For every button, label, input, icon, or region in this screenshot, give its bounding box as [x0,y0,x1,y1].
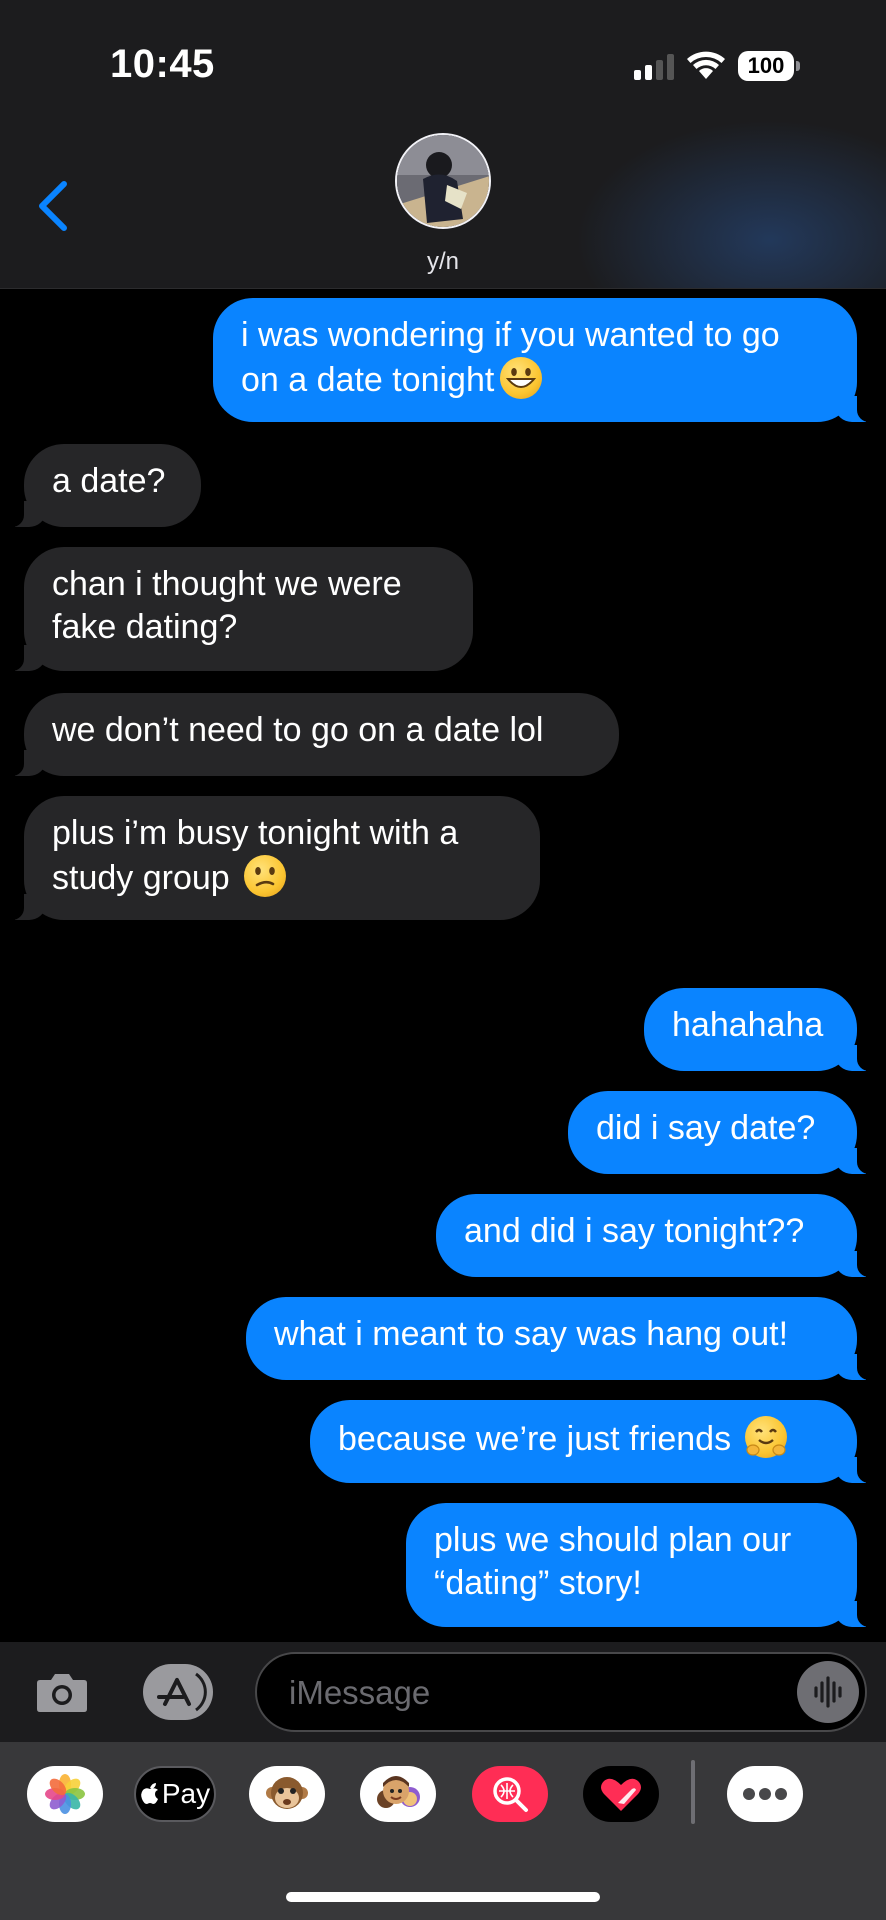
message-bubble-sent[interactable]: what i meant to say was hang out! [246,1297,877,1380]
memoji-icon [377,1776,420,1808]
message-text: plus we should plan our [434,1521,792,1559]
app-drawer: Pay [0,1742,886,1920]
message-input-field[interactable] [255,1652,867,1732]
status-time: 10:45 [110,42,215,86]
message-text: we don’t need to go on a date lol [52,711,544,749]
avatar-photo [397,135,489,227]
message-bubble-sent[interactable]: plus we should plan our “dating” story! [406,1503,877,1627]
message-text: fake dating? [52,608,238,646]
app-store-icon [146,1667,207,1717]
waveform-icon [814,1676,842,1708]
apple-logo-icon [141,1783,158,1804]
digital-touch-icon [601,1778,641,1811]
message-bubble-sent[interactable]: hahahaha [644,988,877,1071]
camera-icon [37,1674,87,1712]
apple-pay-label: Pay [161,1778,211,1809]
more-icon [743,1788,787,1800]
message-text: i was wondering if you wanted to go [241,316,780,354]
cellular-signal-icon [634,52,674,80]
message-text: “dating” story! [434,1564,642,1602]
message-bubble-received[interactable]: we don’t need to go on a date lol [4,693,619,776]
more-apps-button[interactable] [727,1766,803,1822]
chevron-left-icon [39,181,67,231]
drawer-divider [691,1760,695,1824]
status-indicators: 100 [634,48,800,84]
wifi-icon [687,51,725,79]
message-text: and did i say tonight?? [464,1212,805,1250]
app-store-button[interactable] [143,1664,213,1720]
message-text: did i say date? [596,1109,816,1147]
back-button[interactable] [34,178,74,234]
animoji-button[interactable] [249,1766,325,1822]
message-bubble-sent[interactable]: i was wondering if you wanted to go on a… [213,298,877,422]
message-bubble-sent[interactable]: did i say date? [568,1091,877,1174]
hugging-face-emoji-icon [745,1416,788,1458]
home-indicator[interactable] [286,1892,600,1902]
apple-pay-button[interactable]: Pay [134,1766,216,1822]
compose-bar [0,1642,886,1742]
message-text: study group [52,855,512,900]
message-bubble-sent[interactable]: because we’re just friends [310,1400,877,1483]
message-text: a date? [52,462,166,500]
battery-icon: 100 [738,51,800,81]
photos-app-icon [45,1774,85,1814]
animoji-icon [266,1777,308,1809]
message-text: chan i thought we were [52,565,402,603]
contact-name[interactable]: y/n [0,248,886,276]
digital-touch-button[interactable] [583,1766,659,1822]
message-bubble-received[interactable]: chan i thought we were fake dating? [4,547,473,671]
image-search-button[interactable] [472,1766,548,1822]
camera-button[interactable] [34,1664,90,1720]
message-bubble-received[interactable]: a date? [4,444,201,527]
message-bubble-sent[interactable]: and did i say tonight?? [436,1194,877,1277]
message-text: on a date tonight [241,357,829,402]
message-input[interactable] [287,1672,751,1714]
contact-avatar[interactable] [395,133,491,229]
audio-message-button[interactable] [797,1661,859,1723]
photos-app-button[interactable] [27,1766,103,1822]
message-text: what i meant to say was hang out! [274,1315,789,1353]
conversation-header: 10:45 100 y/n [0,0,886,289]
confused-face-emoji-icon [243,855,286,897]
memoji-button[interactable] [360,1766,436,1822]
grinning-face-emoji-icon [500,357,543,399]
message-text: hahahaha [672,1006,824,1044]
message-text: plus i’m busy tonight with a [52,814,459,852]
image-search-icon [493,1777,528,1812]
message-bubble-received[interactable]: plus i’m busy tonight with a study group [4,796,540,920]
message-text: because we’re just friends [338,1416,829,1461]
